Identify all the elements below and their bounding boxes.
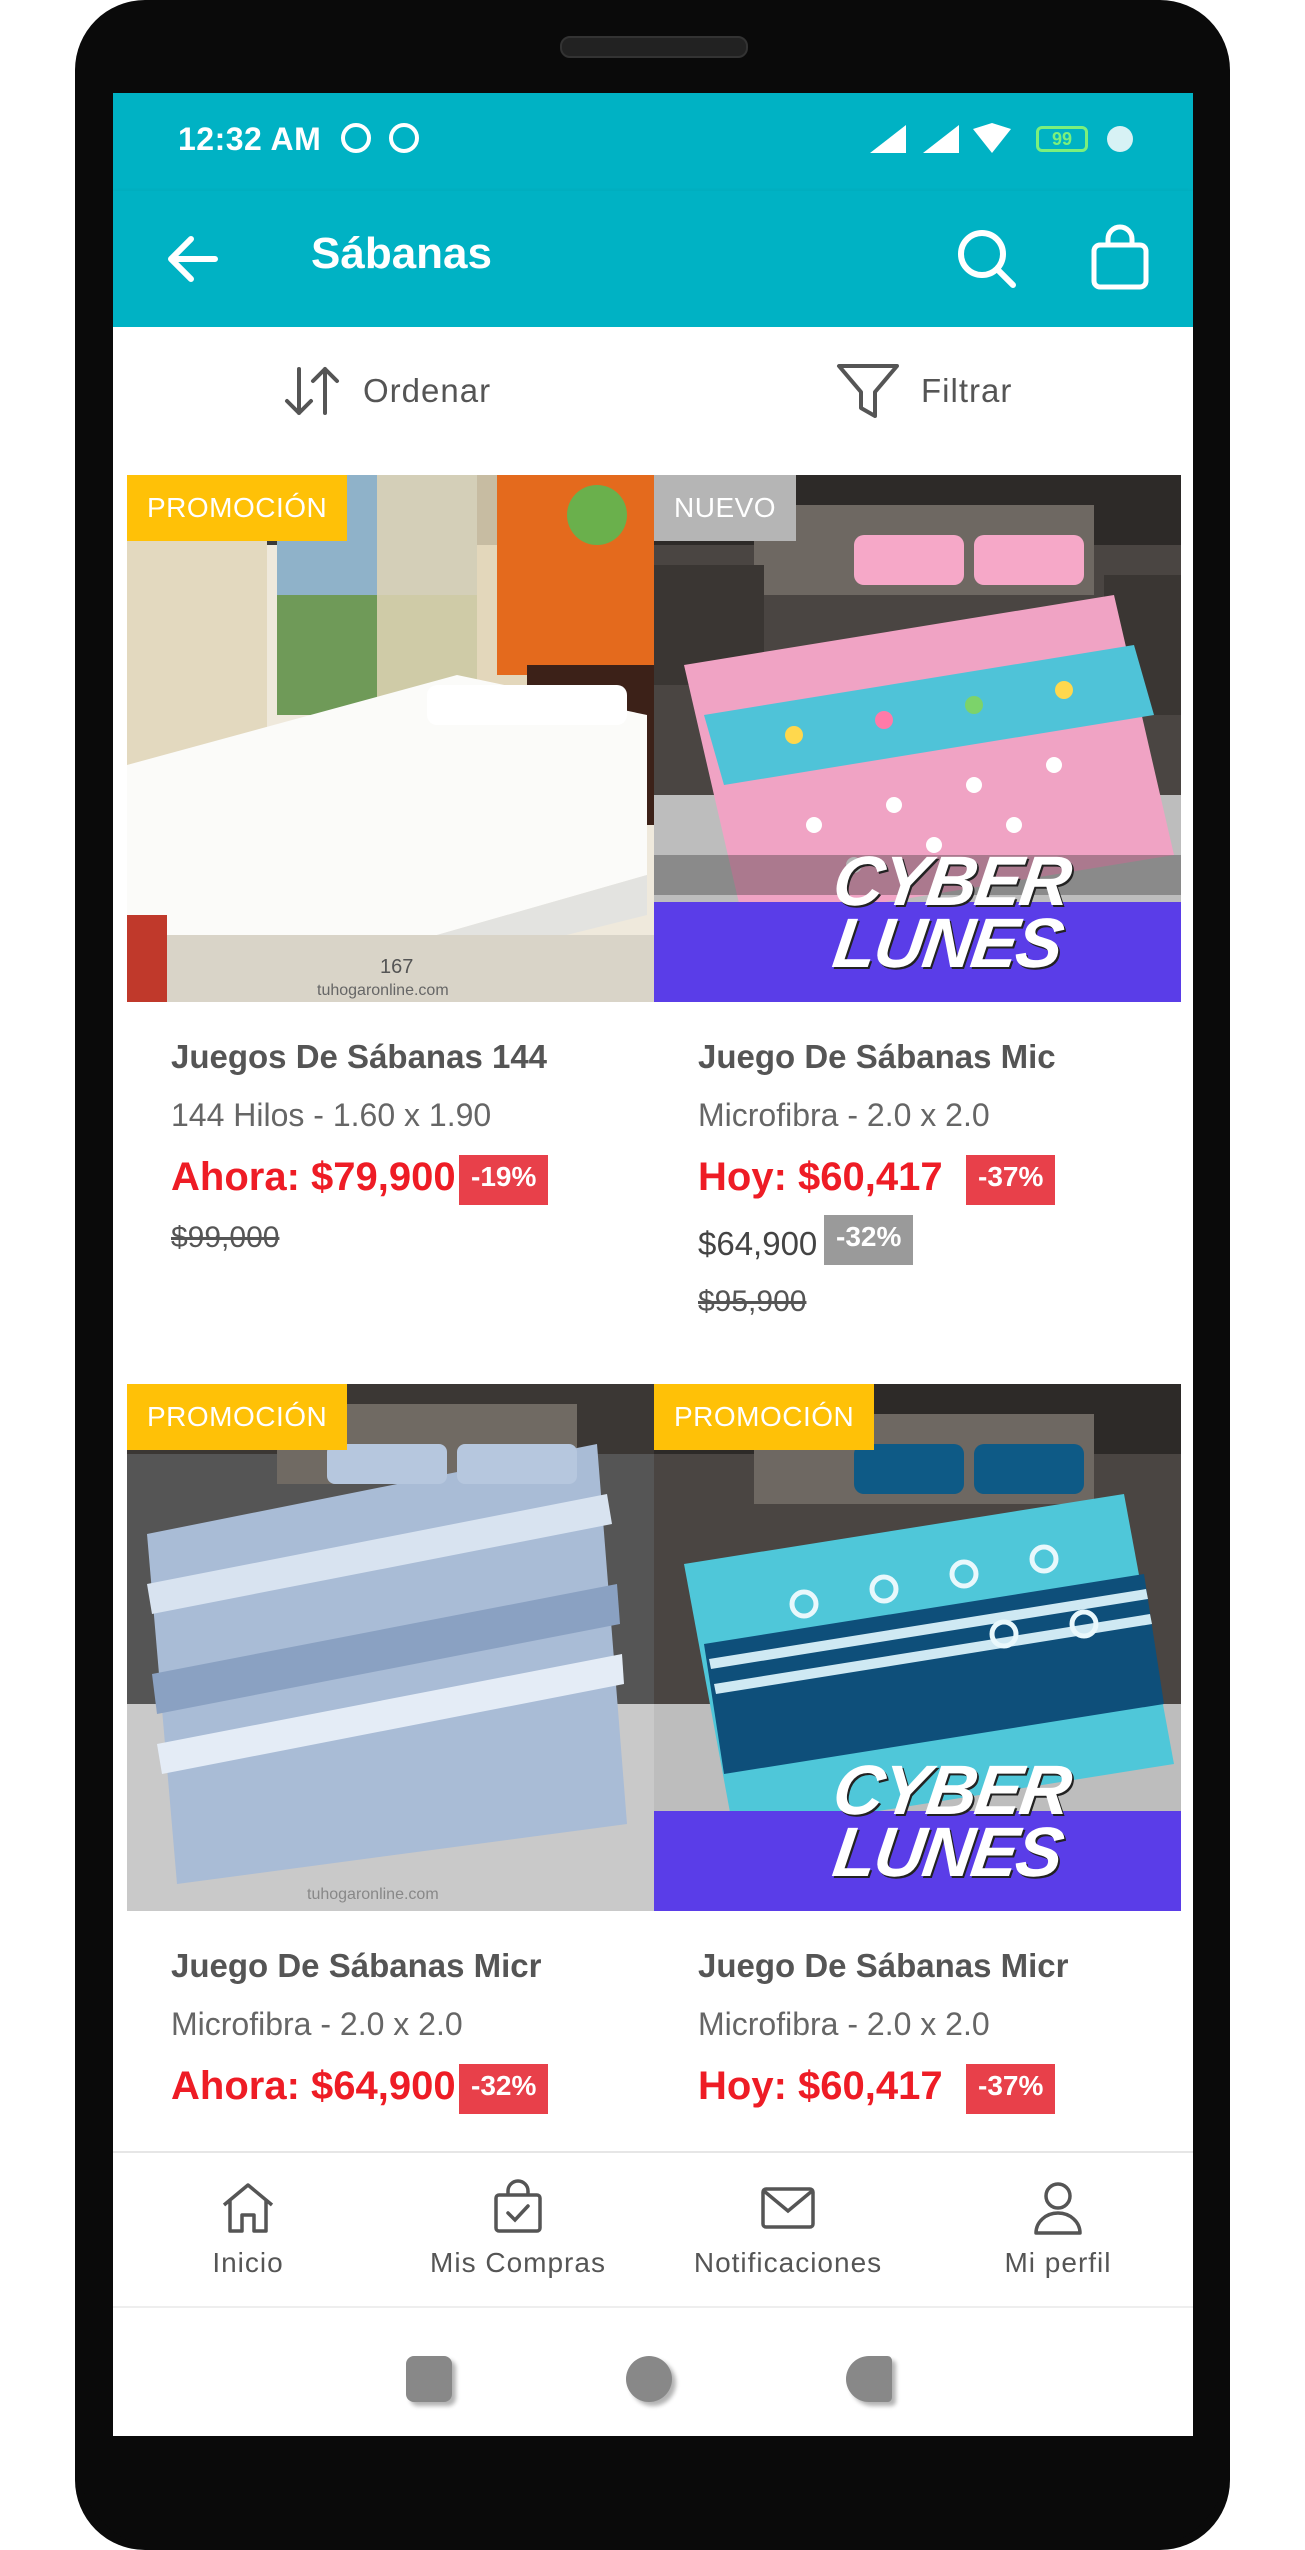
back-arrow-icon[interactable] xyxy=(163,231,223,287)
sort-filter-bar: Ordenar Filtrar xyxy=(113,327,1193,451)
screen: 12:32 AM 99 Sábanas Ordenar Filtrar 167 … xyxy=(113,93,1193,2436)
product-description: Microfibra - 2.0 x 2.0 xyxy=(698,1097,990,1133)
banner-text-line1: CYBER xyxy=(828,1751,1075,1829)
nav-inicio[interactable]: Inicio xyxy=(113,2179,383,2279)
product-image: CYBER LUNES NUEVO xyxy=(654,475,1181,1002)
phone-speaker xyxy=(560,36,748,58)
banner-text-line2: LUNES xyxy=(828,1813,1067,1891)
product-name: Juego De Sábanas Mic xyxy=(698,1038,1056,1075)
svg-text:tuhogaronline.com: tuhogaronline.com xyxy=(317,982,449,999)
product-card[interactable]: 167 tuhogaronline.com PROMOCIÓN Juegos D… xyxy=(127,475,654,1375)
promo-badge: PROMOCIÓN xyxy=(127,1384,348,1450)
product-name: Juegos De Sábanas 144 xyxy=(171,1038,548,1075)
search-icon[interactable] xyxy=(955,227,1019,291)
alt-price: $64,900 xyxy=(698,1225,818,1262)
sort-button[interactable]: Ordenar xyxy=(281,361,491,421)
bottom-navigation: Inicio Mis Compras Notificaciones Mi per… xyxy=(113,2151,1193,2308)
status-time: 12:32 AM xyxy=(178,121,322,157)
sort-label: Ordenar xyxy=(363,372,492,409)
svg-text:tuhogaronline.com: tuhogaronline.com xyxy=(307,1886,439,1903)
shopping-bag-check-icon xyxy=(494,2179,542,2233)
back-button[interactable] xyxy=(846,2356,892,2402)
signal-icon xyxy=(923,125,959,153)
home-icon xyxy=(222,2183,274,2233)
alt-discount-badge: -32% xyxy=(824,1215,914,1265)
phone-frame-bottom xyxy=(78,2440,1228,2550)
nav-label: Mis Compras xyxy=(430,2247,606,2278)
product-card[interactable]: tuhogaronline.com PROMOCIÓN Juego De Sáb… xyxy=(127,1384,654,2144)
product-card[interactable]: CYBER LUNES NUEVO Juego De Sábanas Mic M… xyxy=(654,475,1181,1375)
wifi-icon xyxy=(973,123,1011,153)
shopping-bag-icon[interactable] xyxy=(1088,223,1152,291)
discount-badge: -32% xyxy=(459,2064,549,2114)
discount-badge: -37% xyxy=(966,1155,1056,1205)
home-button[interactable] xyxy=(626,2356,672,2402)
old-price: $95,900 xyxy=(698,1285,807,1318)
product-price: Ahora: $79,900 xyxy=(171,1155,456,1199)
discount-badge: -19% xyxy=(459,1155,549,1205)
new-badge: NUEVO xyxy=(654,475,797,541)
old-price: $99,000 xyxy=(171,1221,280,1254)
page-title: Sábanas xyxy=(311,229,492,278)
nav-label: Mi perfil xyxy=(1004,2247,1112,2278)
nav-mis-compras[interactable]: Mis Compras xyxy=(383,2179,653,2279)
banner-text-line1: CYBER xyxy=(828,842,1075,920)
filter-button[interactable]: Filtrar xyxy=(835,361,1012,421)
product-price: Hoy: $60,417 xyxy=(698,2064,943,2108)
product-image: tuhogaronline.com PROMOCIÓN xyxy=(127,1384,654,1911)
mail-icon xyxy=(761,2187,815,2229)
product-price: Ahora: $64,900 xyxy=(171,2064,456,2108)
battery-icon: 99 xyxy=(1036,126,1088,152)
user-icon xyxy=(1034,2182,1082,2235)
notification-dot-icon xyxy=(1107,126,1133,152)
filter-label: Filtrar xyxy=(921,372,1013,409)
nav-label: Notificaciones xyxy=(693,2247,883,2278)
signal-icon xyxy=(870,125,906,153)
product-card[interactable]: CYBER LUNES PROMOCIÓN Juego De Sábanas M… xyxy=(654,1384,1181,2144)
product-price: Hoy: $60,417 xyxy=(698,1155,943,1199)
sync-status-icon xyxy=(389,123,419,153)
product-description: Microfibra - 2.0 x 2.0 xyxy=(698,2006,990,2042)
nav-mi-perfil[interactable]: Mi perfil xyxy=(923,2179,1193,2279)
product-image: CYBER LUNES PROMOCIÓN xyxy=(654,1384,1181,1911)
promo-badge: PROMOCIÓN xyxy=(654,1384,875,1450)
recent-apps-button[interactable] xyxy=(406,2356,452,2402)
status-bar: 12:32 AM 99 xyxy=(113,93,1193,191)
sync-status-icon xyxy=(341,123,371,153)
product-name: Juego De Sábanas Micr xyxy=(698,1947,1069,1984)
nav-notificaciones[interactable]: Notificaciones xyxy=(653,2179,923,2279)
svg-text:167: 167 xyxy=(380,956,413,978)
nav-label: Inicio xyxy=(212,2247,284,2278)
promo-badge: PROMOCIÓN xyxy=(127,475,348,541)
filter-funnel-icon xyxy=(837,364,899,418)
banner-text-line2: LUNES xyxy=(828,904,1067,982)
app-bar: Sábanas xyxy=(113,191,1193,327)
product-description: 144 Hilos - 1.60 x 1.90 xyxy=(171,1097,492,1133)
discount-badge: -37% xyxy=(966,2064,1056,2114)
product-description: Microfibra - 2.0 x 2.0 xyxy=(171,2006,463,2042)
system-navigation-bar xyxy=(113,2306,1193,2436)
product-name: Juego De Sábanas Micr xyxy=(171,1947,542,1984)
sort-arrows-icon xyxy=(285,367,339,415)
product-image: 167 tuhogaronline.com PROMOCIÓN xyxy=(127,475,654,1002)
